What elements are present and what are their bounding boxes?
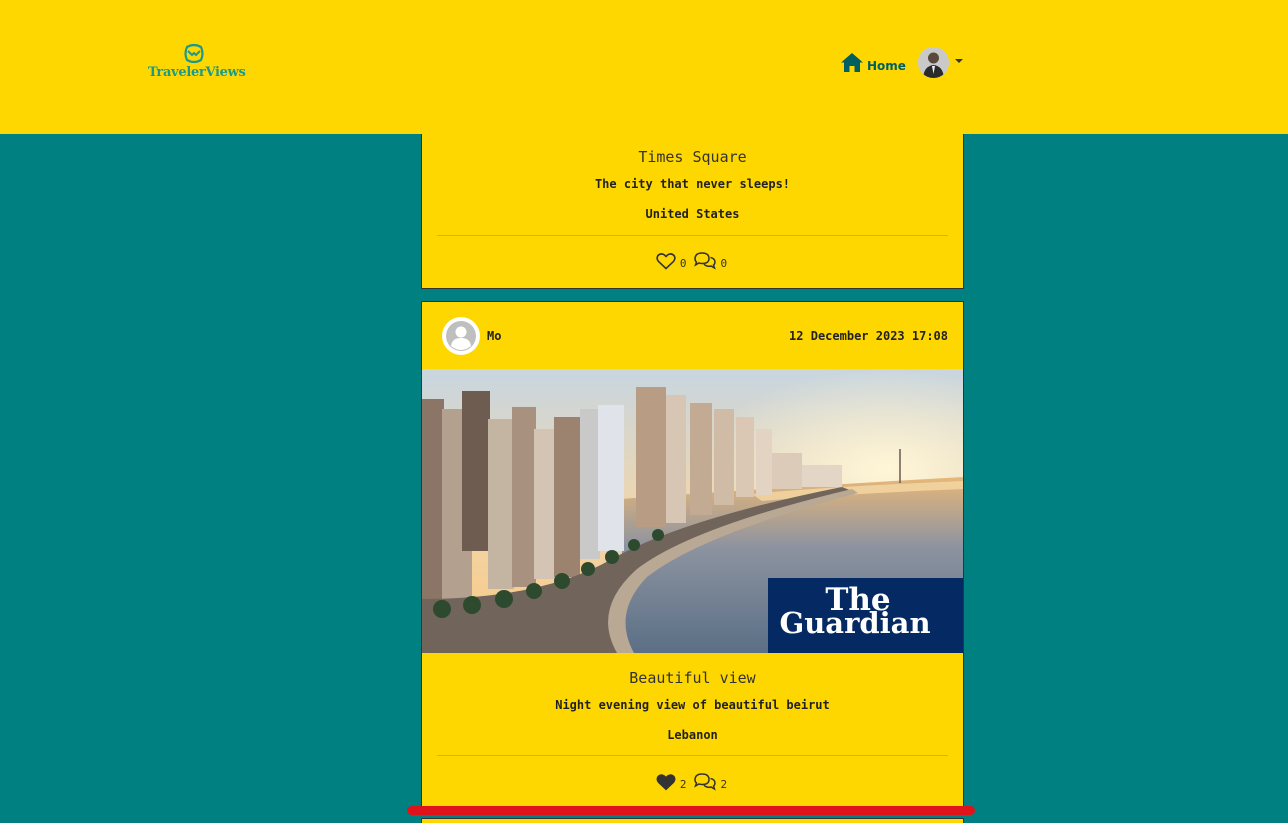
post-author[interactable]: Mo — [442, 317, 501, 355]
post-header: Mo 12 December 2023 17:08 — [442, 317, 948, 355]
like-count: 2 — [679, 778, 687, 791]
post-card — [421, 818, 964, 823]
nav-home-label: Home — [867, 59, 906, 73]
like-count: 0 — [679, 257, 687, 270]
comments-icon[interactable] — [693, 251, 717, 270]
post-image[interactable]: The Guardian — [422, 369, 963, 653]
post-title: Times Square — [638, 148, 747, 166]
user-avatar — [918, 47, 949, 78]
card-divider — [437, 235, 948, 236]
card-divider — [437, 755, 948, 756]
brand-logo-link[interactable]: TravelerViews — [148, 43, 246, 80]
mountain-logo-icon — [184, 43, 204, 64]
top-navbar: TravelerViews Home — [0, 0, 1288, 134]
user-menu-toggle[interactable] — [918, 47, 963, 78]
post-date: 12 December 2023 17:08 — [789, 329, 948, 343]
comment-count: 2 — [720, 778, 728, 791]
post-description: The city that never sleeps! — [594, 177, 791, 191]
post-card: Mo 12 December 2023 17:08 The Guardian B… — [421, 301, 964, 813]
post-title: Beautiful view — [629, 669, 756, 687]
caret-down-icon — [955, 58, 963, 63]
post-stats: 2 2 — [422, 772, 963, 791]
comments-icon[interactable] — [693, 772, 717, 791]
post-stats: 0 0 — [422, 251, 963, 270]
nav-home-link[interactable]: Home — [840, 52, 906, 73]
post-country: Lebanon — [667, 728, 718, 742]
home-icon — [841, 53, 863, 72]
like-heart-filled-icon[interactable] — [656, 773, 676, 791]
red-highlight-line — [407, 806, 975, 815]
comment-count: 0 — [720, 257, 728, 270]
default-avatar-icon — [442, 317, 480, 355]
post-country: United States — [645, 207, 740, 221]
post-description: Night evening view of beautiful beirut — [555, 698, 830, 712]
watermark-line-2: Guardian — [779, 606, 930, 640]
brand-name: TravelerViews — [148, 65, 246, 80]
like-heart-icon[interactable] — [656, 252, 676, 270]
author-name: Mo — [487, 329, 502, 343]
